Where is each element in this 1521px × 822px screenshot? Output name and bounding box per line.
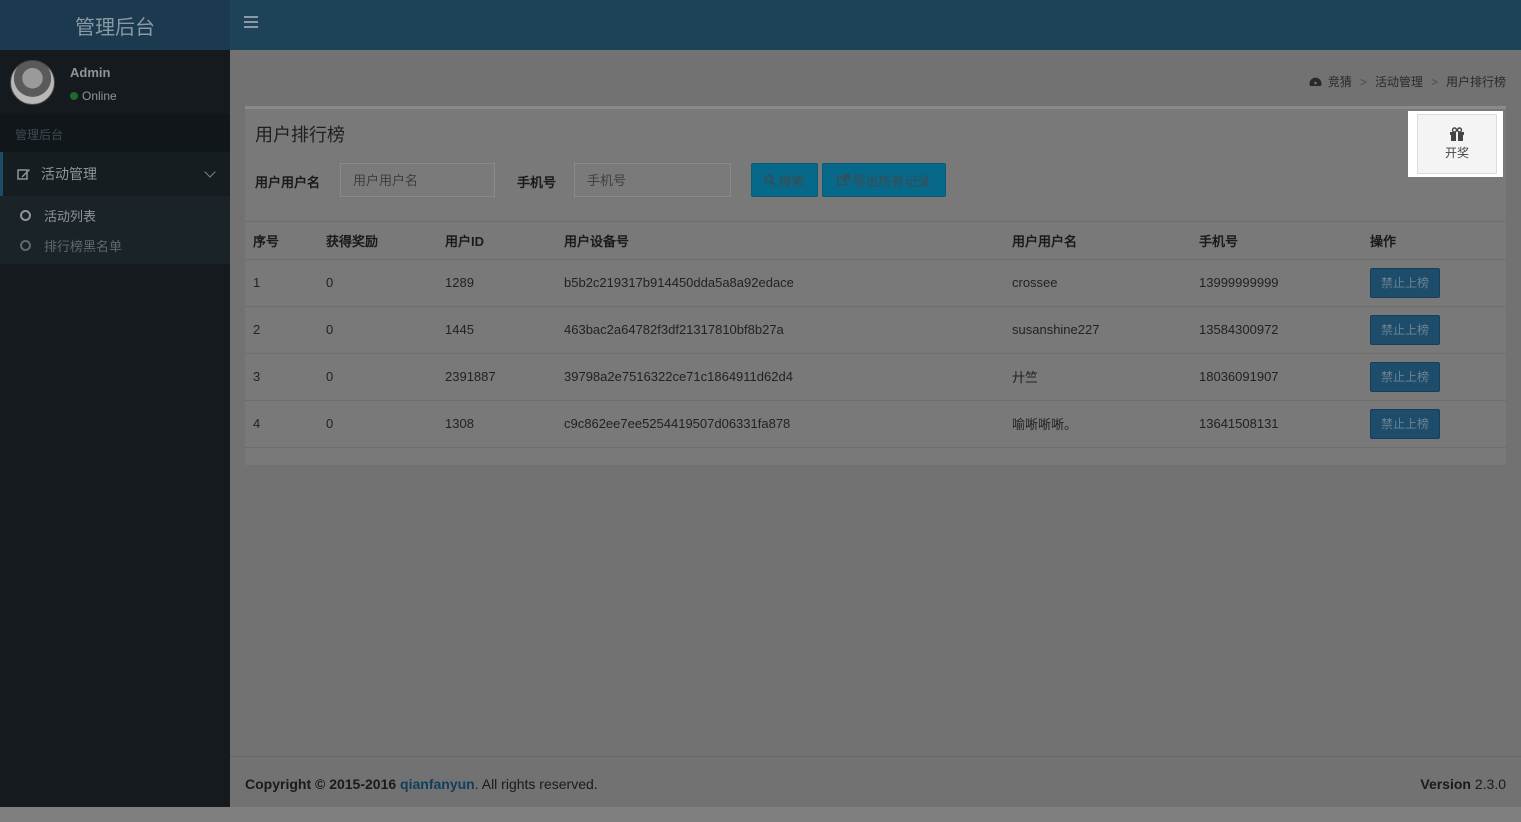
edit-icon	[17, 169, 30, 180]
cell-no: 1	[245, 259, 318, 307]
cell-device: b5b2c219317b914450dda5a8a92edace	[556, 259, 1004, 307]
cell-reward: 0	[318, 306, 437, 354]
circle-icon	[20, 239, 31, 251]
company-link[interactable]: qianfanyun	[400, 776, 475, 792]
cell-phone: 18036091907	[1191, 353, 1362, 401]
breadcrumb-home[interactable]: 竞猜	[1328, 73, 1352, 90]
phone-label: 手机号	[517, 175, 557, 190]
sidebar-item-label: 排行榜黑名单	[44, 238, 123, 254]
user-status: Online	[70, 89, 117, 103]
gift-icon	[1450, 127, 1464, 141]
version-label: Version	[1420, 776, 1471, 792]
circle-icon	[20, 209, 31, 221]
cell-uid: 1308	[437, 400, 556, 448]
online-dot-icon	[70, 92, 78, 100]
cell-device: 39798a2e7516322ce71c1864911d62d4	[556, 353, 1004, 401]
table-row: 1 0 1289 b5b2c219317b914450dda5a8a92edac…	[245, 259, 1506, 307]
ban-ranking-button[interactable]: 禁止上榜	[1370, 361, 1440, 392]
cell-phone: 13584300972	[1191, 306, 1362, 354]
sidebar-toggle-icon[interactable]	[244, 16, 258, 30]
cell-device: 463bac2a64782f3df21317810bf8b27a	[556, 306, 1004, 354]
lottery-button-label: 开奖	[1444, 146, 1469, 160]
cell-no: 3	[245, 353, 318, 401]
sidebar-item-ranking-blacklist[interactable]: 排行榜黑名单	[0, 230, 230, 260]
lottery-button[interactable]: 开奖	[1417, 114, 1497, 174]
col-header-phone: 手机号	[1191, 222, 1362, 260]
search-button-label: 搜索	[778, 173, 805, 189]
copyright-prefix: Copyright © 2015-2016	[245, 776, 397, 792]
cell-reward: 0	[318, 353, 437, 401]
cell-uid: 1445	[437, 306, 556, 354]
cell-username: 廾竺	[1004, 353, 1191, 401]
avatar	[10, 60, 55, 105]
ban-ranking-button[interactable]: 禁止上榜	[1370, 267, 1440, 298]
username-input[interactable]	[340, 163, 495, 197]
export-button-label: 导出所有记录	[852, 173, 931, 189]
version: Version 2.3.0	[1420, 776, 1506, 792]
ban-ranking-button[interactable]: 禁止上榜	[1370, 314, 1440, 345]
table-header-row: 序号 获得奖励 用户ID 用户设备号 用户用户名 手机号 操作	[245, 222, 1506, 260]
rights-text: . All rights reserved.	[474, 776, 598, 792]
footer: Copyright © 2015-2016 qianfanyun. All ri…	[230, 756, 1521, 807]
ranking-table: 序号 获得奖励 用户ID 用户设备号 用户用户名 手机号 操作 1 0 1289…	[245, 222, 1506, 448]
table-row: 2 0 1445 463bac2a64782f3df21317810bf8b27…	[245, 306, 1506, 354]
sidebar-submenu: 活动列表 排行榜黑名单	[0, 196, 230, 264]
table-row: 3 0 2391887 39798a2e7516322ce71c1864911d…	[245, 353, 1506, 401]
cell-username: crossee	[1004, 259, 1191, 307]
breadcrumb-current: 用户排行榜	[1445, 75, 1506, 89]
breadcrumb-section[interactable]: 活动管理	[1375, 73, 1423, 90]
cell-device: c9c862ee7ee5254419507d06331fa878	[556, 400, 1004, 448]
breadcrumb: 竞猜 > 活动管理 > 用户排行榜	[1309, 73, 1506, 90]
cell-phone: 13641508131	[1191, 400, 1362, 448]
sidebar-item-activity-management[interactable]: 活动管理	[0, 152, 230, 196]
sidebar-header: 管理后台	[0, 114, 230, 152]
cell-no: 2	[245, 306, 318, 354]
phone-input[interactable]	[574, 163, 731, 197]
user-status-text: Online	[82, 89, 117, 103]
ban-ranking-button[interactable]: 禁止上榜	[1370, 408, 1440, 439]
cell-username: susanshine227	[1004, 306, 1191, 354]
cell-reward: 0	[318, 259, 437, 307]
ranking-box: 用户排行榜 用户用户名 手机号 搜索 导出所有记录 序号 获得奖励 用户ID 用…	[245, 106, 1506, 465]
cell-reward: 0	[318, 400, 437, 448]
cell-username: 喻唽唽唽。	[1004, 400, 1191, 448]
external-link-icon	[837, 174, 851, 186]
sidebar-item-label: 活动列表	[44, 208, 97, 224]
user-panel: Admin Online	[0, 50, 230, 114]
col-header-username: 用户用户名	[1004, 222, 1191, 260]
table-row: 4 0 1308 c9c862ee7ee5254419507d06331fa87…	[245, 400, 1506, 448]
col-header-reward: 获得奖励	[318, 222, 437, 260]
lottery-highlight: 开奖	[1408, 111, 1503, 177]
export-button[interactable]: 导出所有记录	[822, 163, 946, 197]
col-header-action: 操作	[1362, 222, 1506, 260]
cell-phone: 13999999999	[1191, 259, 1362, 307]
search-button[interactable]: 搜索	[751, 163, 818, 197]
cell-no: 4	[245, 400, 318, 448]
search-icon	[765, 174, 777, 186]
copyright: Copyright © 2015-2016 qianfanyun. All ri…	[245, 776, 598, 792]
col-header-no: 序号	[245, 222, 318, 260]
chevron-down-icon	[204, 166, 216, 178]
sidebar-item-activity-list[interactable]: 活动列表	[0, 200, 230, 230]
sidebar-item-label: 活动管理	[41, 166, 97, 182]
col-header-device: 用户设备号	[556, 222, 1004, 260]
username-label: 用户用户名	[255, 175, 321, 190]
sidebar: Admin Online 管理后台 活动管理 活动列表 排行榜黑名单	[0, 50, 230, 807]
app-logo[interactable]: 管理后台	[0, 0, 230, 50]
version-number: 2.3.0	[1474, 776, 1506, 792]
dashboard-icon	[1309, 77, 1322, 86]
col-header-uid: 用户ID	[437, 222, 556, 260]
cell-uid: 2391887	[437, 353, 556, 401]
top-navbar	[230, 0, 1521, 50]
cell-uid: 1289	[437, 259, 556, 307]
page-title: 用户排行榜	[255, 125, 345, 145]
user-name: Admin	[70, 65, 111, 80]
